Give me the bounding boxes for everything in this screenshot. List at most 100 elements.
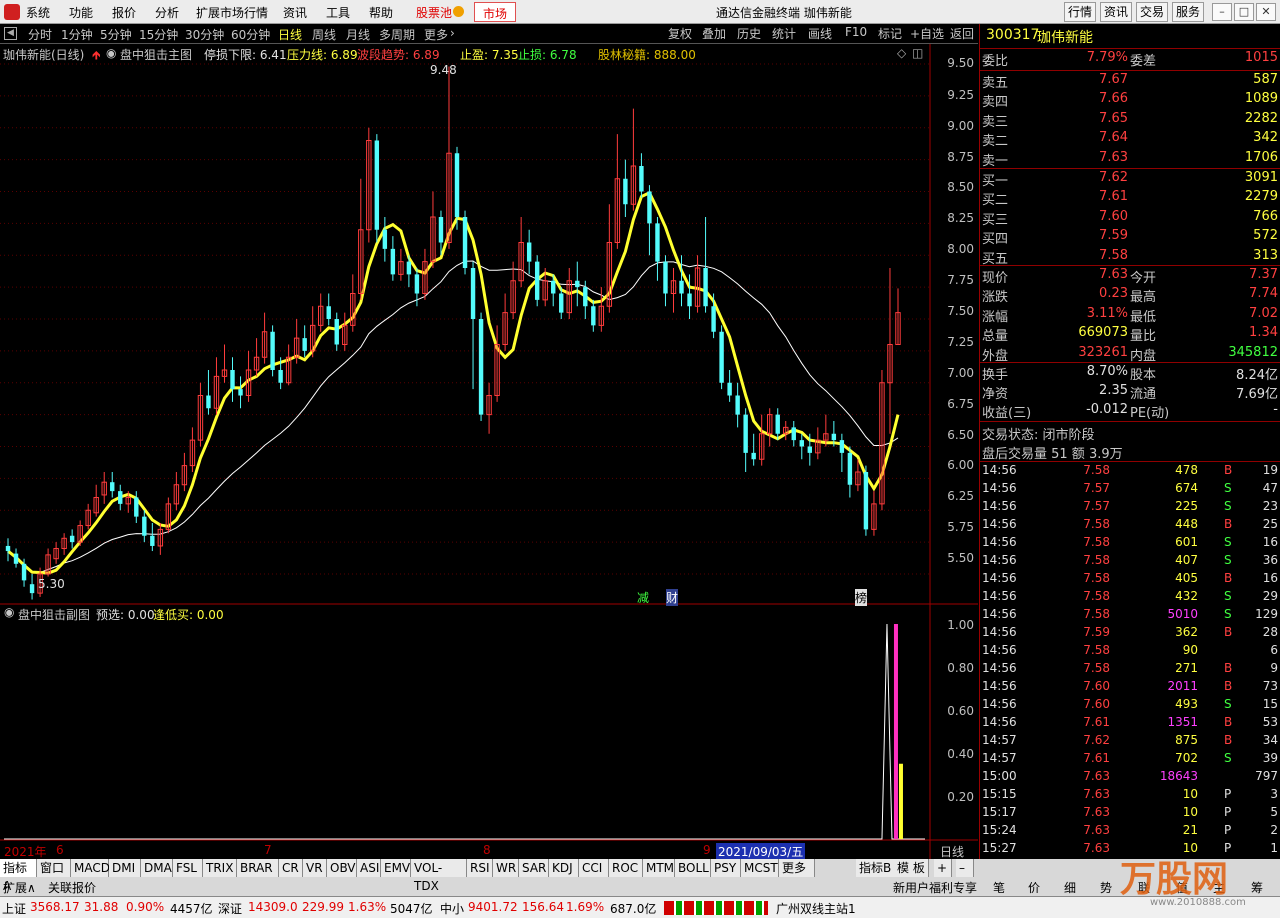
tick-row: 14:56 7.58 5010 S 129 — [980, 607, 1280, 625]
add-icon[interactable]: + — [934, 859, 952, 877]
indicator-b-tab[interactable]: 指标B — [856, 859, 896, 877]
tool-back[interactable]: 返回 — [950, 25, 974, 42]
candle-body — [478, 319, 484, 415]
indicator-tab[interactable]: FSL — [173, 859, 203, 877]
panel-toggle-icon[interactable]: ◀ — [4, 27, 17, 40]
tool-f10[interactable]: F10 — [845, 25, 867, 39]
tab-trend[interactable]: 势 — [1100, 879, 1112, 896]
indicator-tab[interactable]: DMI — [109, 859, 141, 877]
period-more[interactable]: 更多 — [424, 26, 448, 43]
indicator-tab[interactable]: WR — [493, 859, 519, 877]
period-5min[interactable]: 5分钟 — [100, 26, 132, 43]
indicator-tab[interactable]: 更多 — [779, 859, 815, 877]
zx-index-label: 中小 — [440, 902, 465, 916]
menu-help[interactable]: 帮助 — [369, 4, 393, 21]
tool-draw[interactable]: 画线 — [808, 25, 832, 42]
tab-chips[interactable]: 筹 — [1251, 879, 1263, 896]
tool-history[interactable]: 历史 — [737, 25, 761, 42]
indicator-tab[interactable]: OBV — [327, 859, 357, 877]
minimize-icon[interactable]: – — [1212, 3, 1232, 21]
indicator-tab[interactable]: PSY — [711, 859, 741, 877]
indicator-tab[interactable]: BRAR — [237, 859, 279, 877]
expand-tab[interactable]: 扩展∧ — [3, 879, 36, 896]
news-button[interactable]: 资讯 — [1100, 2, 1132, 22]
period-intraday[interactable]: 分时 — [28, 26, 52, 43]
indicator-tab[interactable]: 指标A — [0, 859, 37, 893]
tick-count: 47 — [1262, 481, 1278, 495]
period-15min[interactable]: 15分钟 — [139, 26, 178, 43]
label: 今开 — [1130, 271, 1157, 286]
value: 313 — [1253, 247, 1278, 263]
value: - — [1273, 402, 1278, 417]
period-30min[interactable]: 30分钟 — [185, 26, 224, 43]
template-tab[interactable]: 模 板 — [894, 859, 929, 877]
ask-row: 卖三 7.65 2282 — [980, 111, 1280, 130]
indicator-tab[interactable]: DMA — [141, 859, 173, 877]
indicator-tab[interactable]: KDJ — [549, 859, 579, 877]
indicator-tab[interactable]: SAR — [519, 859, 549, 877]
settings-dot-icon[interactable]: ◉ — [4, 605, 14, 619]
period-1min[interactable]: 1分钟 — [61, 26, 93, 43]
ask-row: 卖五 7.67 587 — [980, 72, 1280, 91]
label: 收益(三) — [982, 406, 1032, 421]
kline-chart[interactable] — [0, 44, 978, 859]
indicator-tab[interactable]: 窗口 — [37, 859, 71, 877]
indicator-tab[interactable]: CCI — [579, 859, 609, 877]
indicator-tab[interactable]: VR — [303, 859, 327, 877]
menu-system[interactable]: 系统 — [26, 4, 50, 21]
value: 587 — [1253, 72, 1278, 87]
menu-stock-pool[interactable]: 股票池 — [416, 4, 452, 21]
indicator-tab[interactable]: MTM — [643, 859, 675, 877]
candle-body — [454, 153, 460, 217]
indicator-tab[interactable]: TRIX — [203, 859, 237, 877]
maximize-icon[interactable]: □ — [1234, 3, 1254, 21]
tick-count: 1 — [1270, 841, 1278, 855]
tab-detail[interactable]: 细 — [1064, 879, 1076, 896]
indicator-tab[interactable]: BOLL — [675, 859, 711, 877]
tick-side: S — [1224, 553, 1232, 567]
indicator-tab[interactable]: RSI — [467, 859, 493, 877]
remove-icon[interactable]: – — [956, 859, 974, 877]
menu-function[interactable]: 功能 — [69, 4, 93, 21]
indicator-tab[interactable]: ROC — [609, 859, 643, 877]
indicator-tab[interactable]: MACD — [71, 859, 110, 877]
cursor-date: 2021/09/03/五 — [716, 843, 806, 860]
tool-adjust[interactable]: 复权 — [668, 25, 692, 42]
server-name[interactable]: 广州双线主站1 — [776, 900, 856, 917]
tab-trades[interactable]: 笔 — [993, 879, 1005, 896]
menu-market[interactable]: 市场 — [474, 2, 517, 22]
trade-button[interactable]: 交易 — [1136, 2, 1168, 22]
menu-quote[interactable]: 报价 — [112, 4, 136, 21]
tool-overlay[interactable]: 叠加 — [702, 25, 726, 42]
tick-time: 14:56 — [982, 661, 1017, 675]
indicator-tab[interactable]: CR — [279, 859, 303, 877]
market-button[interactable]: 行情 — [1064, 2, 1096, 22]
indicator-tab[interactable]: ASI — [357, 859, 381, 877]
price-tick: 7.00 — [947, 366, 974, 380]
value: 572 — [1253, 228, 1278, 244]
new-user-tab[interactable]: 新用户福利专享 — [893, 879, 977, 896]
menu-tools[interactable]: 工具 — [326, 4, 350, 21]
tool-mark[interactable]: 标记 — [878, 25, 902, 42]
menu-news[interactable]: 资讯 — [283, 4, 307, 21]
tool-add-watch[interactable]: +自选 — [910, 25, 944, 42]
menu-analysis[interactable]: 分析 — [155, 4, 179, 21]
period-weekly[interactable]: 周线 — [312, 26, 336, 43]
tool-stats[interactable]: 统计 — [772, 25, 796, 42]
indicator-tab[interactable]: EMV — [381, 859, 411, 877]
close-icon[interactable]: ✕ — [1256, 3, 1276, 21]
service-button[interactable]: 服务 — [1172, 2, 1204, 22]
sub-indicator-name[interactable]: 盘中狙击副图 — [18, 606, 90, 623]
tab-price[interactable]: 价 — [1028, 879, 1040, 896]
period-60min[interactable]: 60分钟 — [231, 26, 270, 43]
period-multi[interactable]: 多周期 — [379, 26, 415, 43]
indicator-tab[interactable]: VOL-TDX — [411, 859, 467, 893]
indicator-tab[interactable]: MCST — [741, 859, 779, 877]
tick-time: 15:24 — [982, 823, 1017, 837]
linked-quote-tab[interactable]: 关联报价 — [48, 879, 96, 896]
chevron-right-icon[interactable]: › — [450, 26, 455, 40]
period-monthly[interactable]: 月线 — [346, 26, 370, 43]
menu-extended-market[interactable]: 扩展市场行情 — [196, 4, 268, 21]
tick-price: 7.58 — [1083, 553, 1110, 567]
period-daily[interactable]: 日线 — [278, 26, 302, 43]
